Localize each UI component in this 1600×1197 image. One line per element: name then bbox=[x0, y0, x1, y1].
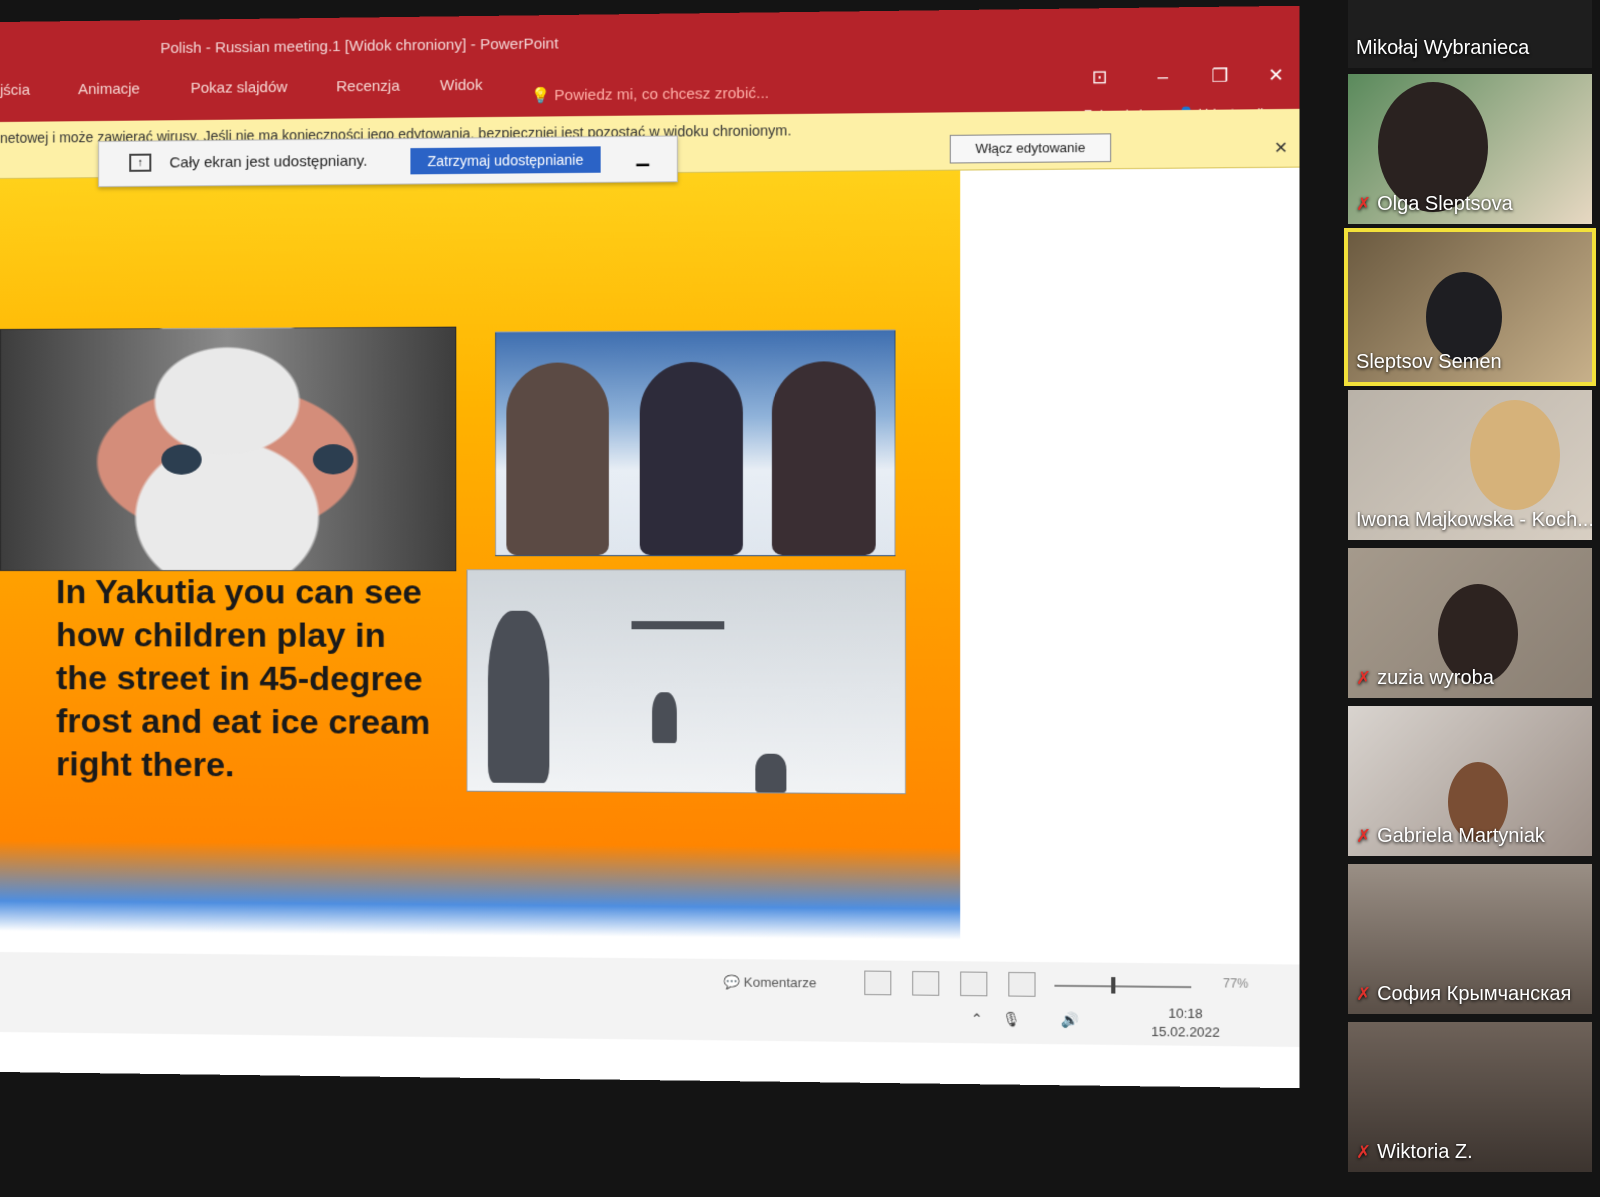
clock-date: 15.02.2022 bbox=[1151, 1023, 1220, 1040]
tab-animations[interactable]: Animacje bbox=[78, 80, 140, 98]
child-figure bbox=[771, 361, 876, 556]
participant-tile[interactable]: ✗ София Крымчанская bbox=[1348, 864, 1592, 1014]
participant-name-label: zuzia wyroba bbox=[1377, 667, 1494, 689]
enable-editing-button[interactable]: Włącz edytowanie bbox=[949, 133, 1112, 164]
zoom-slider[interactable] bbox=[1054, 984, 1192, 989]
participant-name: Iwona Majkowska - Koch... bbox=[1356, 509, 1592, 531]
share-screen-icon: ↑ bbox=[129, 153, 152, 172]
muted-mic-icon: ✗ bbox=[1356, 984, 1372, 1004]
participant-name-label: Olga Sleptsova bbox=[1377, 193, 1513, 215]
restore-button[interactable]: ❐ bbox=[1204, 60, 1236, 91]
photo-children-fur bbox=[495, 329, 896, 557]
muted-mic-icon: ✗ bbox=[1356, 668, 1372, 688]
slide: In Yakutia you can see how children play… bbox=[0, 170, 961, 940]
zoom-level[interactable]: 77% bbox=[1223, 976, 1248, 991]
participant-tile[interactable]: ✗ Wiktoria Z. bbox=[1348, 1022, 1592, 1172]
person-shape bbox=[1470, 400, 1560, 510]
slideshow-view-icon[interactable] bbox=[1008, 971, 1036, 997]
participant-name-label: София Крымчанская bbox=[1377, 983, 1572, 1005]
participant-name: Mikołaj Wybranieca bbox=[1356, 37, 1530, 59]
child-figure bbox=[652, 692, 677, 744]
child-figure bbox=[755, 753, 787, 793]
comment-icon: 💬 bbox=[723, 974, 741, 990]
clock-time: 10:18 bbox=[1168, 1005, 1203, 1022]
zoom-slider-thumb[interactable] bbox=[1111, 977, 1116, 994]
photo-frosted-face bbox=[0, 326, 457, 572]
close-button[interactable]: ✕ bbox=[1260, 59, 1292, 90]
participant-name-label: Wiktoria Z. bbox=[1377, 1141, 1473, 1163]
participant-name: ✗ Olga Sleptsova bbox=[1356, 193, 1513, 216]
tree-shape bbox=[487, 610, 550, 784]
muted-mic-icon: ✗ bbox=[1356, 826, 1372, 846]
slide-structure bbox=[631, 621, 725, 630]
participant-tile[interactable]: ✗ zuzia wyroba bbox=[1348, 548, 1592, 698]
participant-tile[interactable]: ✗ Olga Sleptsova bbox=[1348, 74, 1592, 224]
screen-share-toolbar: ↑ Cały ekran jest udostępniany. Zatrzyma… bbox=[98, 135, 678, 188]
tell-me-label: Powiedz mi, co chcesz zrobić... bbox=[554, 84, 770, 105]
tell-me-search[interactable]: 💡 Powiedz mi, co chcesz zrobić... bbox=[531, 84, 769, 105]
child-figure bbox=[639, 361, 743, 556]
title-bar: Polish - Russian meeting.1 [Widok chroni… bbox=[0, 5, 1300, 122]
reading-view-icon[interactable] bbox=[960, 971, 988, 997]
participant-name: ✗ Wiktoria Z. bbox=[1356, 1141, 1473, 1164]
photo-playground-fog bbox=[466, 569, 906, 795]
slide-body-text: In Yakutia you can see how children play… bbox=[55, 573, 431, 785]
muted-mic-icon: ✗ bbox=[1356, 194, 1372, 214]
tab-view[interactable]: Widok bbox=[440, 77, 483, 95]
status-bar: 💬 Komentarze 77% ⌃ 🎙 🔊 10:18 15.02.2022 bbox=[0, 952, 1300, 1048]
muted-mic-icon: ✗ bbox=[1356, 1142, 1372, 1162]
tab-review[interactable]: Recenzja bbox=[336, 78, 400, 96]
close-icon[interactable]: ✕ bbox=[1274, 138, 1288, 159]
taskbar-clock[interactable]: 10:18 15.02.2022 bbox=[1151, 1004, 1220, 1042]
powerpoint-window: Polish - Russian meeting.1 [Widok chroni… bbox=[0, 5, 1300, 1089]
comments-button[interactable]: 💬 Komentarze bbox=[723, 974, 816, 991]
eye-shape bbox=[312, 444, 354, 475]
participant-tile[interactable]: Iwona Majkowska - Koch... bbox=[1348, 390, 1592, 540]
slide-sorter-icon[interactable] bbox=[912, 971, 940, 996]
participant-name-label: Gabriela Martyniak bbox=[1377, 825, 1545, 847]
minimize-button[interactable]: – bbox=[1147, 61, 1179, 92]
chevron-up-icon[interactable]: ⌃ bbox=[971, 1010, 983, 1028]
stop-sharing-button[interactable]: Zatrzymaj udostępnianie bbox=[410, 146, 601, 175]
participant-name: ✗ София Крымчанская bbox=[1356, 983, 1571, 1006]
child-figure bbox=[506, 362, 609, 556]
tab-slideshow[interactable]: Pokaz slajdów bbox=[191, 79, 288, 97]
participant-tile[interactable]: Mikołaj Wybranieca bbox=[1348, 0, 1592, 68]
ribbon-display-icon[interactable]: ⊡ bbox=[1084, 61, 1116, 92]
speaker-icon[interactable]: 🔊 bbox=[1061, 1011, 1079, 1029]
microphone-icon[interactable]: 🎙 bbox=[1002, 1011, 1021, 1029]
comments-label: Komentarze bbox=[743, 974, 817, 991]
participant-tile-active[interactable]: Sleptsov Semen bbox=[1344, 228, 1596, 386]
participant-name: ✗ zuzia wyroba bbox=[1356, 667, 1494, 690]
lightbulb-icon: 💡 bbox=[530, 87, 551, 105]
person-shape bbox=[1426, 272, 1502, 362]
eye-shape bbox=[161, 444, 202, 475]
participant-name: Sleptsov Semen bbox=[1356, 351, 1502, 373]
participant-tile[interactable]: ✗ Gabriela Martyniak bbox=[1348, 706, 1592, 856]
share-status-text: Cały ekran jest udostępniany. bbox=[169, 152, 368, 172]
tab-transitions[interactable]: jścia bbox=[0, 82, 30, 99]
window-title: Polish - Russian meeting.1 [Widok chroni… bbox=[160, 35, 559, 58]
normal-view-icon[interactable] bbox=[864, 970, 892, 996]
minimize-icon[interactable]: ▁ bbox=[627, 147, 658, 172]
participant-name: ✗ Gabriela Martyniak bbox=[1356, 825, 1545, 848]
